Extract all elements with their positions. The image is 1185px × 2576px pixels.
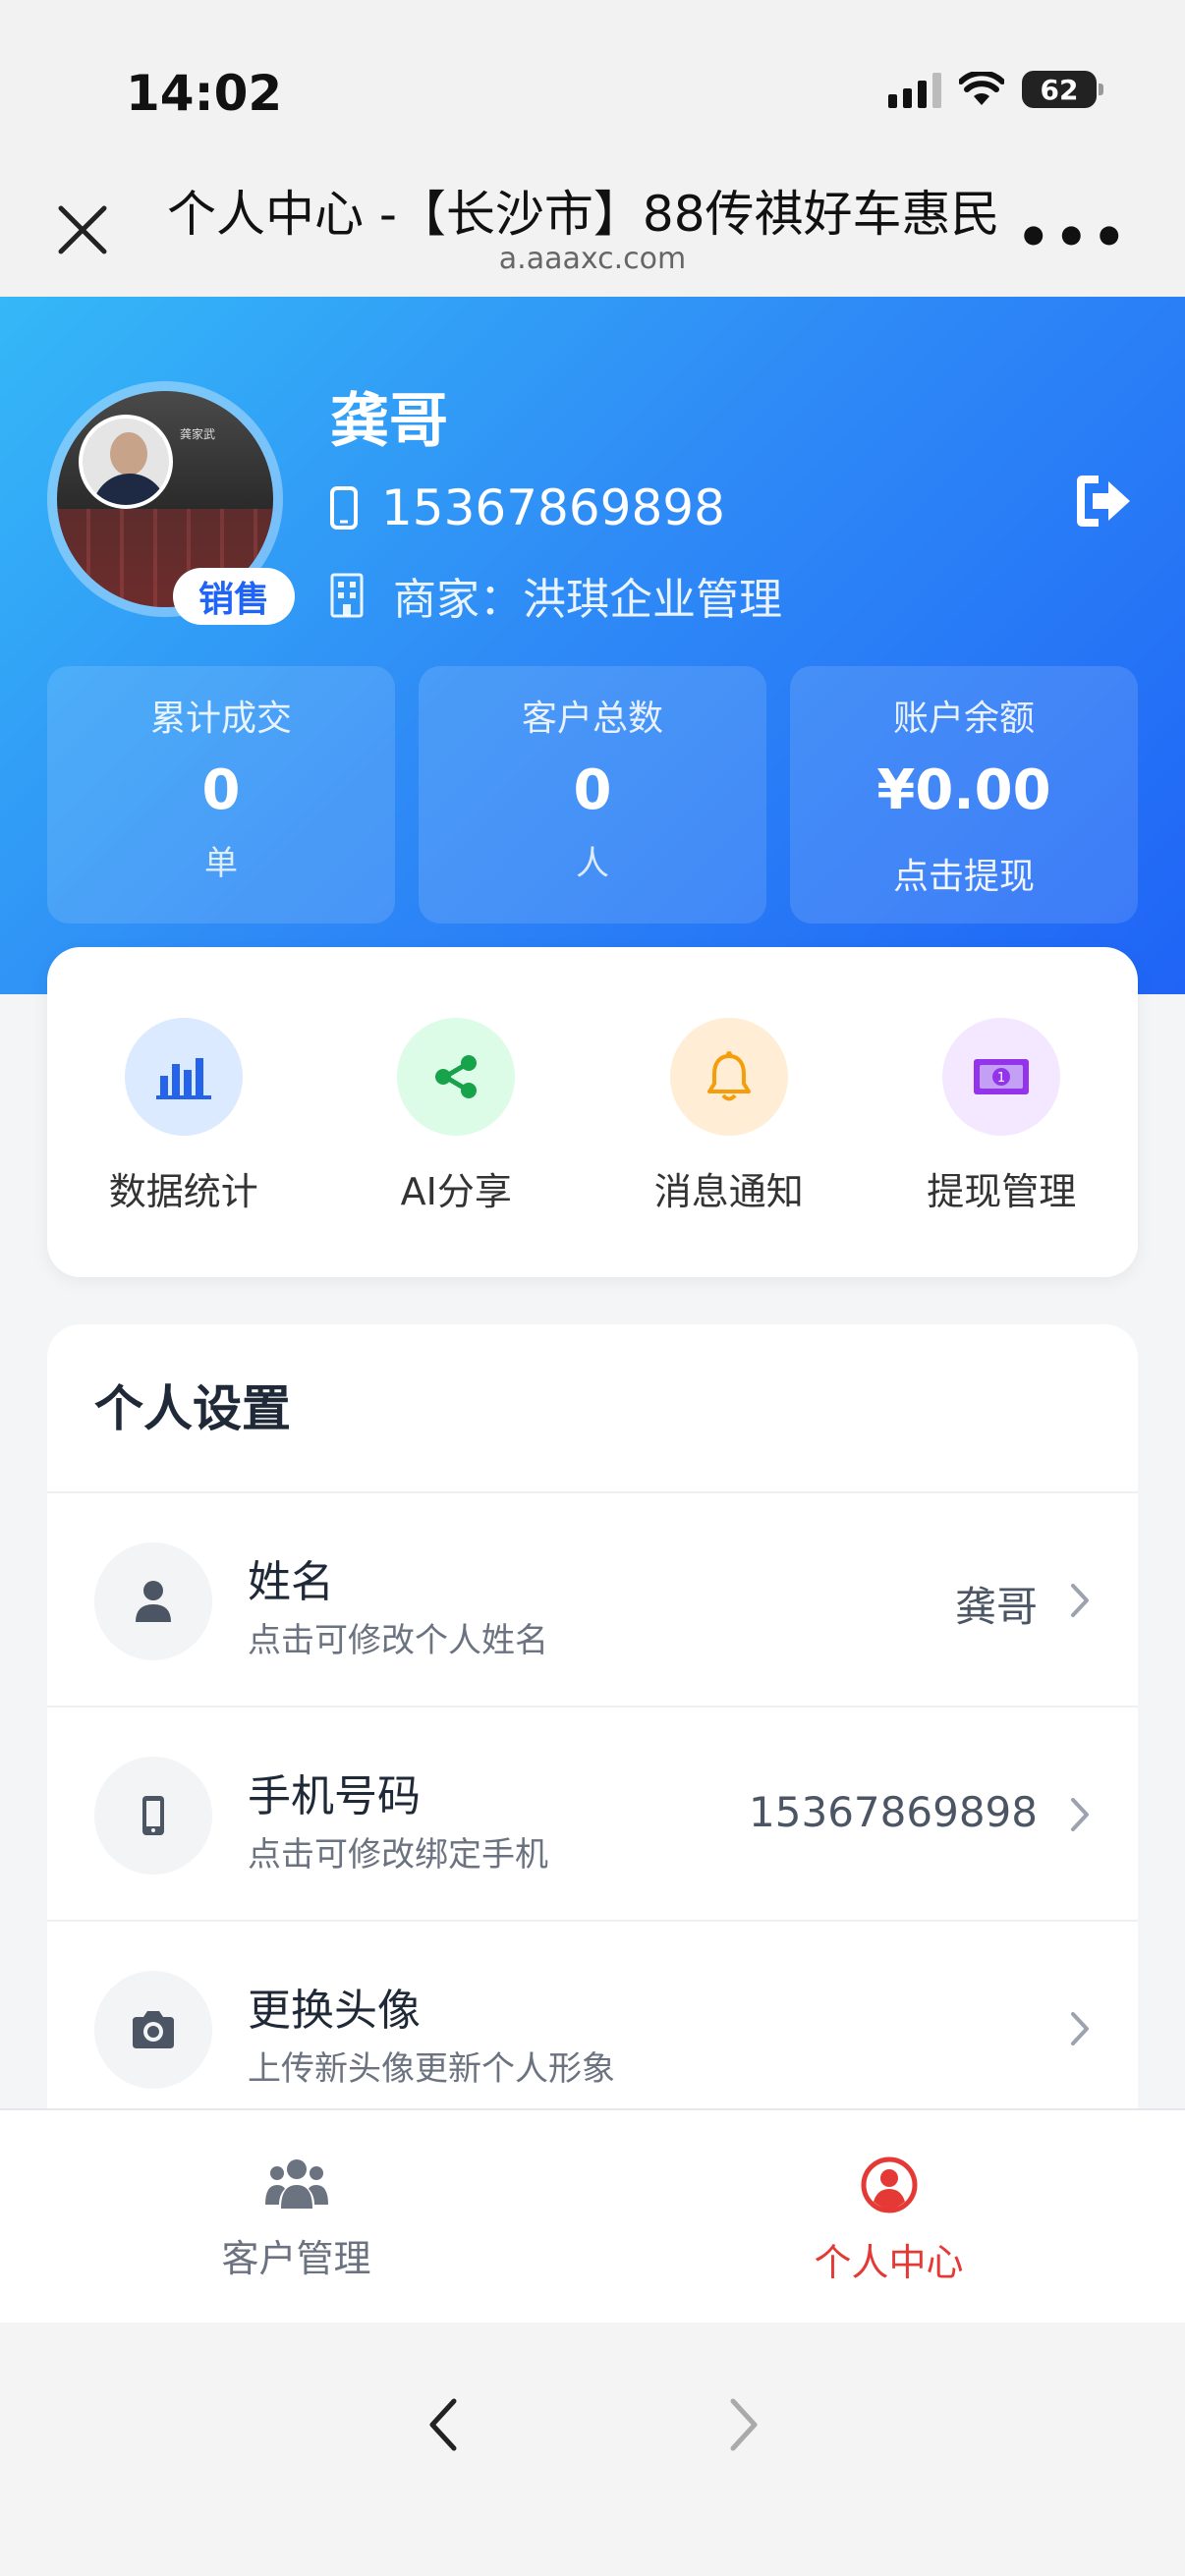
- row-title: 更换头像: [248, 1986, 421, 2036]
- tab-customer-management[interactable]: 客户管理: [0, 2110, 592, 2323]
- browser-url: a.aaaxc.com: [498, 242, 687, 276]
- tab-bar: 客户管理 个人中心: [0, 2108, 1185, 2323]
- row-subtitle: 点击可修改绑定手机: [248, 1835, 548, 1875]
- settings-card: 个人设置 姓名 点击可修改个人姓名 龚哥 手机号码 点击可修改绑定手机 1536…: [47, 1324, 1138, 2110]
- share-icon: [397, 1018, 516, 1136]
- tab-label: 个人中心: [814, 2241, 964, 2284]
- user-name: 龚哥: [330, 387, 448, 456]
- logout-icon[interactable]: [1071, 470, 1134, 532]
- tab-label: 客户管理: [221, 2237, 371, 2280]
- avatar-card-text: 龚家武: [180, 427, 216, 441]
- forward-arrow-icon[interactable]: [723, 2395, 762, 2454]
- battery-icon: 62: [1022, 71, 1103, 108]
- row-title: 手机号码: [248, 1771, 421, 1821]
- status-time: 14:02: [126, 65, 283, 122]
- quick-action-label: 提现管理: [927, 1170, 1077, 1213]
- row-subtitle: 点击可修改个人姓名: [248, 1621, 548, 1660]
- quick-actions-card: 数据统计 AI分享 消息通知 1 提现管理: [47, 947, 1138, 1277]
- profile-icon: [861, 2156, 917, 2213]
- merchant-name: 商家：洪琪企业管理: [393, 575, 782, 625]
- bell-icon: [669, 1018, 788, 1136]
- tab-personal-center[interactable]: 个人中心: [592, 2110, 1185, 2323]
- browser-title: 个人中心 -【长沙市】88传祺好车惠民: [167, 186, 1000, 243]
- browser-nav: [0, 2323, 1185, 2576]
- back-arrow-icon[interactable]: [424, 2395, 464, 2454]
- signal-icon: [888, 71, 941, 108]
- quick-action-withdraw[interactable]: 1 提现管理: [866, 1018, 1139, 1277]
- status-bar: 14:02 62: [0, 0, 1185, 147]
- quick-action-ai-share[interactable]: AI分享: [320, 1018, 593, 1277]
- mobile-icon: [94, 1757, 212, 1875]
- stat-label: 累计成交: [149, 699, 292, 739]
- chevron-right-icon: [1071, 1798, 1089, 1831]
- stat-unit: 人: [576, 844, 609, 883]
- building-icon: [330, 573, 364, 618]
- stat-label: 客户总数: [521, 699, 663, 739]
- bar-chart-icon: [124, 1018, 243, 1136]
- profile-header: 龚家武 销售 龚哥 15367869898 商家：洪琪企业管理 累计成交 0 单…: [0, 297, 1185, 994]
- chevron-right-icon: [1071, 2012, 1089, 2045]
- merchant-row: 商家：洪琪企业管理: [330, 564, 782, 627]
- withdraw-link[interactable]: 点击提现: [790, 848, 1138, 899]
- row-title: 姓名: [248, 1557, 334, 1607]
- users-icon: [264, 2159, 328, 2209]
- settings-row-avatar[interactable]: 更换头像 上传新头像更新个人形象: [47, 1922, 1138, 2110]
- row-value: 15367869898: [749, 1788, 1038, 1836]
- stat-value: 0: [201, 758, 241, 822]
- avatar-face: [79, 415, 173, 509]
- money-icon: 1: [942, 1018, 1061, 1136]
- stats-row: 累计成交 0 单 客户总数 0 人 账户余额 ¥0.00 点击提现: [47, 666, 1138, 924]
- quick-action-label: 消息通知: [653, 1170, 804, 1213]
- quick-action-label: 数据统计: [108, 1170, 258, 1213]
- more-menu-icon[interactable]: •••: [1016, 206, 1130, 268]
- quick-action-label: AI分享: [400, 1170, 512, 1213]
- stat-total-deals: 累计成交 0 单: [47, 666, 395, 924]
- stat-account-balance[interactable]: 账户余额 ¥0.00 点击提现: [790, 666, 1138, 924]
- quick-action-notifications[interactable]: 消息通知: [592, 1018, 866, 1277]
- stat-unit: 单: [204, 844, 238, 883]
- stat-value: ¥0.00: [876, 758, 1051, 822]
- role-badge: 销售: [173, 568, 295, 625]
- stat-value: 0: [573, 758, 612, 822]
- settings-row-phone[interactable]: 手机号码 点击可修改绑定手机 15367869898: [47, 1708, 1138, 1922]
- phone-icon: [330, 486, 358, 530]
- quick-action-data-stats[interactable]: 数据统计: [47, 1018, 320, 1277]
- browser-bar: 个人中心 -【长沙市】88传祺好车惠民 a.aaaxc.com •••: [0, 147, 1185, 297]
- stat-label: 账户余额: [892, 699, 1035, 739]
- stat-total-customers: 客户总数 0 人: [419, 666, 766, 924]
- wifi-icon: [959, 72, 1004, 105]
- camera-icon: [94, 1971, 212, 2089]
- status-icons: 62: [888, 71, 1103, 108]
- svg-text:1: 1: [997, 1071, 1005, 1086]
- chevron-right-icon: [1071, 1584, 1089, 1617]
- user-icon: [94, 1542, 212, 1660]
- phone-number: 15367869898: [381, 479, 725, 536]
- settings-title: 个人设置: [47, 1324, 1138, 1493]
- settings-row-name[interactable]: 姓名 点击可修改个人姓名 龚哥: [47, 1493, 1138, 1708]
- row-value: 龚哥: [954, 1583, 1038, 1631]
- phone-row: 15367869898: [330, 479, 725, 536]
- row-subtitle: 上传新头像更新个人形象: [248, 2049, 615, 2089]
